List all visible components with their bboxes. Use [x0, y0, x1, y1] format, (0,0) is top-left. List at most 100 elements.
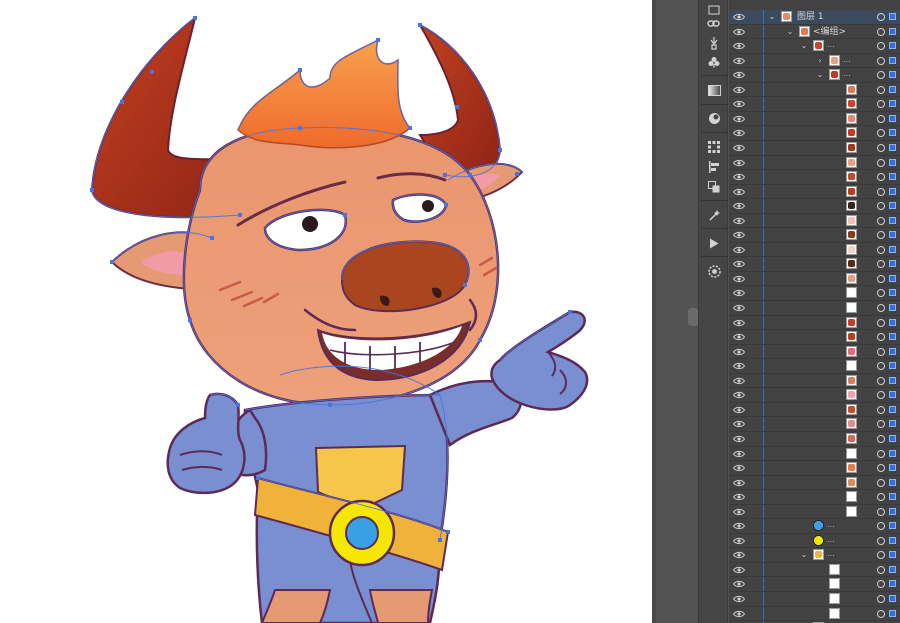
- target-circle-icon[interactable]: [877, 114, 885, 123]
- selection-indicator[interactable]: [889, 420, 896, 428]
- visibility-eye-icon[interactable]: [733, 537, 745, 545]
- selection-indicator[interactable]: [889, 580, 896, 588]
- layer-row-path[interactable]: [729, 592, 900, 607]
- selection-indicator[interactable]: [889, 274, 896, 282]
- visibility-eye-icon[interactable]: [733, 551, 745, 559]
- target-circle-icon[interactable]: [877, 609, 885, 618]
- target-circle-icon[interactable]: [877, 245, 885, 254]
- layer-row-path[interactable]: [729, 170, 900, 185]
- layer-row-path[interactable]: [729, 330, 900, 345]
- layer-row-path[interactable]: [729, 286, 900, 302]
- layer-row-path[interactable]: [729, 562, 900, 578]
- selection-indicator[interactable]: [889, 187, 896, 195]
- target-circle-icon[interactable]: [877, 405, 885, 414]
- visibility-eye-icon[interactable]: [733, 13, 745, 21]
- magic-wand-icon[interactable]: [703, 205, 725, 225]
- selection-indicator[interactable]: [889, 478, 896, 486]
- layer-row-circle-yellow[interactable]: ...: [729, 533, 900, 549]
- target-circle-icon[interactable]: [877, 289, 885, 298]
- target-circle-icon[interactable]: [877, 565, 885, 574]
- selection-indicator[interactable]: [889, 42, 896, 50]
- layer-row-path[interactable]: [729, 606, 900, 622]
- visibility-eye-icon[interactable]: [733, 159, 745, 167]
- visibility-eye-icon[interactable]: [733, 566, 745, 574]
- selection-indicator[interactable]: [889, 173, 896, 181]
- target-circle-icon[interactable]: [877, 158, 885, 167]
- target-circle-icon[interactable]: [877, 551, 885, 560]
- target-circle-icon[interactable]: [877, 85, 885, 94]
- target-circle-icon[interactable]: [877, 100, 885, 109]
- selection-indicator[interactable]: [889, 129, 896, 137]
- chevron-down-icon[interactable]: ⌄: [799, 40, 809, 52]
- selection-indicator[interactable]: [889, 158, 896, 166]
- target-circle-icon[interactable]: [877, 362, 885, 371]
- target-circle-icon[interactable]: [877, 493, 885, 502]
- target-circle-icon[interactable]: [877, 536, 885, 545]
- visibility-eye-icon[interactable]: [733, 420, 745, 428]
- target-circle-icon[interactable]: [877, 187, 885, 196]
- visibility-eye-icon[interactable]: [733, 144, 745, 152]
- layer-row-path[interactable]: [729, 271, 900, 287]
- visibility-eye-icon[interactable]: [733, 42, 745, 50]
- visibility-eye-icon[interactable]: [733, 377, 745, 385]
- visibility-eye-icon[interactable]: [733, 275, 745, 283]
- selection-indicator[interactable]: [889, 347, 896, 355]
- target-circle-icon[interactable]: [877, 143, 885, 152]
- selection-indicator[interactable]: [889, 143, 896, 151]
- target-circle-icon[interactable]: [877, 216, 885, 225]
- visibility-eye-icon[interactable]: [733, 173, 745, 181]
- visibility-eye-icon[interactable]: [733, 217, 745, 225]
- layer-row-path[interactable]: [729, 97, 900, 112]
- selection-indicator[interactable]: [889, 202, 896, 210]
- layer-row-path[interactable]: [729, 461, 900, 476]
- visibility-eye-icon[interactable]: [733, 86, 745, 94]
- visibility-eye-icon[interactable]: [733, 522, 745, 530]
- target-circle-icon[interactable]: [877, 347, 885, 356]
- selection-indicator[interactable]: [889, 536, 896, 544]
- layer-row-path[interactable]: [729, 184, 900, 200]
- selection-indicator[interactable]: [889, 27, 896, 35]
- layer-row-path[interactable]: [729, 388, 900, 403]
- links-icon[interactable]: [703, 14, 725, 34]
- target-circle-icon[interactable]: [877, 333, 885, 342]
- selection-indicator[interactable]: [889, 333, 896, 341]
- layer-row-path[interactable]: [729, 301, 900, 316]
- layer-row-path[interactable]: [729, 373, 900, 389]
- chevron-down-icon[interactable]: ⌄: [799, 549, 809, 561]
- layer-row-path[interactable]: [729, 126, 900, 141]
- selection-indicator[interactable]: [889, 13, 896, 20]
- layer-row-subgroup[interactable]: ⌄...: [729, 39, 900, 54]
- selection-indicator[interactable]: [889, 85, 896, 93]
- selection-indicator[interactable]: [889, 100, 896, 108]
- visibility-eye-icon[interactable]: [733, 508, 745, 516]
- brushes-icon[interactable]: [703, 33, 725, 53]
- layer-row-path[interactable]: [729, 228, 900, 243]
- layer-row-expanded[interactable]: ⌄...: [729, 68, 900, 83]
- selection-indicator[interactable]: [889, 449, 896, 457]
- layer-row-path[interactable]: [729, 577, 900, 593]
- layer-row-path[interactable]: [729, 111, 900, 127]
- target-circle-icon[interactable]: [877, 507, 885, 516]
- visibility-eye-icon[interactable]: [733, 435, 745, 443]
- layer-row-path[interactable]: [729, 402, 900, 418]
- target-circle-icon[interactable]: [877, 580, 885, 589]
- layer-row-path[interactable]: [729, 431, 900, 447]
- visibility-eye-icon[interactable]: [733, 362, 745, 370]
- layer-row-group[interactable]: ⌄ <编组>: [729, 24, 900, 40]
- target-circle-icon[interactable]: [877, 231, 885, 240]
- layer-name[interactable]: <编组>: [813, 25, 846, 39]
- target-circle-icon[interactable]: [877, 260, 885, 269]
- visibility-eye-icon[interactable]: [733, 289, 745, 297]
- target-circle-icon[interactable]: [877, 522, 885, 531]
- layer-row-path[interactable]: [729, 199, 900, 214]
- layer-row-path[interactable]: [729, 417, 900, 432]
- layer-row-path[interactable]: [729, 140, 900, 156]
- selection-indicator[interactable]: [889, 464, 896, 472]
- visibility-eye-icon[interactable]: [733, 260, 745, 268]
- target-circle-icon[interactable]: [877, 13, 885, 21]
- visibility-eye-icon[interactable]: [733, 100, 745, 108]
- visibility-eye-icon[interactable]: [733, 333, 745, 341]
- layer-row-path[interactable]: [729, 315, 900, 331]
- layer-row-path[interactable]: [729, 242, 900, 258]
- visibility-eye-icon[interactable]: [733, 319, 745, 327]
